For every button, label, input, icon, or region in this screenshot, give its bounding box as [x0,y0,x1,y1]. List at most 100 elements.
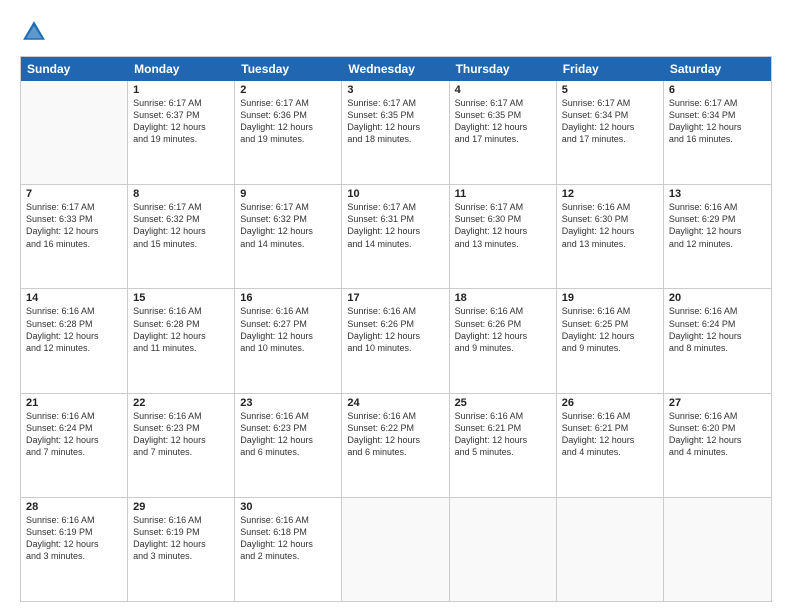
calendar-cell: 8Sunrise: 6:17 AM Sunset: 6:32 PM Daylig… [128,185,235,288]
day-info: Sunrise: 6:17 AM Sunset: 6:34 PM Dayligh… [669,97,766,146]
day-number: 12 [562,188,658,200]
calendar-cell: 13Sunrise: 6:16 AM Sunset: 6:29 PM Dayli… [664,185,771,288]
calendar-cell: 16Sunrise: 6:16 AM Sunset: 6:27 PM Dayli… [235,289,342,392]
calendar-row: 14Sunrise: 6:16 AM Sunset: 6:28 PM Dayli… [21,289,771,393]
calendar-cell: 30Sunrise: 6:16 AM Sunset: 6:18 PM Dayli… [235,498,342,601]
day-number: 23 [240,397,336,409]
day-number: 26 [562,397,658,409]
calendar-cell: 11Sunrise: 6:17 AM Sunset: 6:30 PM Dayli… [450,185,557,288]
day-number: 10 [347,188,443,200]
day-info: Sunrise: 6:16 AM Sunset: 6:24 PM Dayligh… [669,305,766,354]
logo-icon [20,18,48,46]
day-number: 22 [133,397,229,409]
calendar-body: 1Sunrise: 6:17 AM Sunset: 6:37 PM Daylig… [21,81,771,601]
calendar-cell: 15Sunrise: 6:16 AM Sunset: 6:28 PM Dayli… [128,289,235,392]
day-info: Sunrise: 6:16 AM Sunset: 6:23 PM Dayligh… [133,410,229,459]
calendar-cell: 19Sunrise: 6:16 AM Sunset: 6:25 PM Dayli… [557,289,664,392]
day-number: 13 [669,188,766,200]
calendar-cell: 14Sunrise: 6:16 AM Sunset: 6:28 PM Dayli… [21,289,128,392]
calendar-cell: 24Sunrise: 6:16 AM Sunset: 6:22 PM Dayli… [342,394,449,497]
calendar-cell: 9Sunrise: 6:17 AM Sunset: 6:32 PM Daylig… [235,185,342,288]
day-number: 28 [26,501,122,513]
calendar-cell: 21Sunrise: 6:16 AM Sunset: 6:24 PM Dayli… [21,394,128,497]
calendar-cell: 10Sunrise: 6:17 AM Sunset: 6:31 PM Dayli… [342,185,449,288]
day-info: Sunrise: 6:17 AM Sunset: 6:31 PM Dayligh… [347,201,443,250]
day-info: Sunrise: 6:17 AM Sunset: 6:35 PM Dayligh… [347,97,443,146]
calendar-cell: 5Sunrise: 6:17 AM Sunset: 6:34 PM Daylig… [557,81,664,184]
day-number: 21 [26,397,122,409]
day-info: Sunrise: 6:17 AM Sunset: 6:32 PM Dayligh… [133,201,229,250]
day-number: 6 [669,84,766,96]
header-day: Monday [128,57,235,81]
calendar-cell: 1Sunrise: 6:17 AM Sunset: 6:37 PM Daylig… [128,81,235,184]
calendar-cell [21,81,128,184]
day-number: 16 [240,292,336,304]
calendar-cell: 3Sunrise: 6:17 AM Sunset: 6:35 PM Daylig… [342,81,449,184]
day-info: Sunrise: 6:16 AM Sunset: 6:28 PM Dayligh… [133,305,229,354]
day-number: 30 [240,501,336,513]
calendar-row: 21Sunrise: 6:16 AM Sunset: 6:24 PM Dayli… [21,394,771,498]
calendar-cell: 6Sunrise: 6:17 AM Sunset: 6:34 PM Daylig… [664,81,771,184]
day-info: Sunrise: 6:17 AM Sunset: 6:34 PM Dayligh… [562,97,658,146]
day-number: 25 [455,397,551,409]
calendar-cell: 26Sunrise: 6:16 AM Sunset: 6:21 PM Dayli… [557,394,664,497]
day-info: Sunrise: 6:17 AM Sunset: 6:37 PM Dayligh… [133,97,229,146]
day-info: Sunrise: 6:17 AM Sunset: 6:30 PM Dayligh… [455,201,551,250]
calendar-cell: 20Sunrise: 6:16 AM Sunset: 6:24 PM Dayli… [664,289,771,392]
day-info: Sunrise: 6:16 AM Sunset: 6:26 PM Dayligh… [347,305,443,354]
day-info: Sunrise: 6:16 AM Sunset: 6:30 PM Dayligh… [562,201,658,250]
day-number: 2 [240,84,336,96]
calendar: SundayMondayTuesdayWednesdayThursdayFrid… [20,56,772,602]
header [20,18,772,46]
day-number: 19 [562,292,658,304]
day-number: 20 [669,292,766,304]
day-number: 11 [455,188,551,200]
calendar-cell: 23Sunrise: 6:16 AM Sunset: 6:23 PM Dayli… [235,394,342,497]
calendar-cell: 7Sunrise: 6:17 AM Sunset: 6:33 PM Daylig… [21,185,128,288]
calendar-cell: 18Sunrise: 6:16 AM Sunset: 6:26 PM Dayli… [450,289,557,392]
header-day: Saturday [664,57,771,81]
day-info: Sunrise: 6:16 AM Sunset: 6:24 PM Dayligh… [26,410,122,459]
day-info: Sunrise: 6:16 AM Sunset: 6:28 PM Dayligh… [26,305,122,354]
day-number: 1 [133,84,229,96]
calendar-cell [342,498,449,601]
calendar-row: 1Sunrise: 6:17 AM Sunset: 6:37 PM Daylig… [21,81,771,185]
day-number: 5 [562,84,658,96]
day-info: Sunrise: 6:16 AM Sunset: 6:29 PM Dayligh… [669,201,766,250]
day-number: 9 [240,188,336,200]
page: SundayMondayTuesdayWednesdayThursdayFrid… [0,0,792,612]
calendar-header: SundayMondayTuesdayWednesdayThursdayFrid… [21,57,771,81]
day-number: 4 [455,84,551,96]
day-info: Sunrise: 6:16 AM Sunset: 6:21 PM Dayligh… [562,410,658,459]
logo [20,18,52,46]
calendar-cell: 28Sunrise: 6:16 AM Sunset: 6:19 PM Dayli… [21,498,128,601]
day-number: 3 [347,84,443,96]
calendar-cell: 12Sunrise: 6:16 AM Sunset: 6:30 PM Dayli… [557,185,664,288]
day-info: Sunrise: 6:16 AM Sunset: 6:23 PM Dayligh… [240,410,336,459]
header-day: Tuesday [235,57,342,81]
calendar-row: 7Sunrise: 6:17 AM Sunset: 6:33 PM Daylig… [21,185,771,289]
day-info: Sunrise: 6:16 AM Sunset: 6:27 PM Dayligh… [240,305,336,354]
calendar-cell: 4Sunrise: 6:17 AM Sunset: 6:35 PM Daylig… [450,81,557,184]
day-number: 17 [347,292,443,304]
calendar-cell [557,498,664,601]
day-info: Sunrise: 6:17 AM Sunset: 6:33 PM Dayligh… [26,201,122,250]
day-number: 24 [347,397,443,409]
day-number: 29 [133,501,229,513]
calendar-row: 28Sunrise: 6:16 AM Sunset: 6:19 PM Dayli… [21,498,771,601]
day-info: Sunrise: 6:16 AM Sunset: 6:25 PM Dayligh… [562,305,658,354]
header-day: Thursday [450,57,557,81]
day-info: Sunrise: 6:16 AM Sunset: 6:20 PM Dayligh… [669,410,766,459]
day-info: Sunrise: 6:16 AM Sunset: 6:22 PM Dayligh… [347,410,443,459]
day-number: 18 [455,292,551,304]
calendar-cell: 22Sunrise: 6:16 AM Sunset: 6:23 PM Dayli… [128,394,235,497]
day-info: Sunrise: 6:17 AM Sunset: 6:36 PM Dayligh… [240,97,336,146]
calendar-cell: 2Sunrise: 6:17 AM Sunset: 6:36 PM Daylig… [235,81,342,184]
calendar-cell: 17Sunrise: 6:16 AM Sunset: 6:26 PM Dayli… [342,289,449,392]
calendar-cell: 25Sunrise: 6:16 AM Sunset: 6:21 PM Dayli… [450,394,557,497]
day-number: 14 [26,292,122,304]
day-info: Sunrise: 6:17 AM Sunset: 6:32 PM Dayligh… [240,201,336,250]
day-info: Sunrise: 6:16 AM Sunset: 6:18 PM Dayligh… [240,514,336,563]
header-day: Wednesday [342,57,449,81]
day-info: Sunrise: 6:16 AM Sunset: 6:26 PM Dayligh… [455,305,551,354]
